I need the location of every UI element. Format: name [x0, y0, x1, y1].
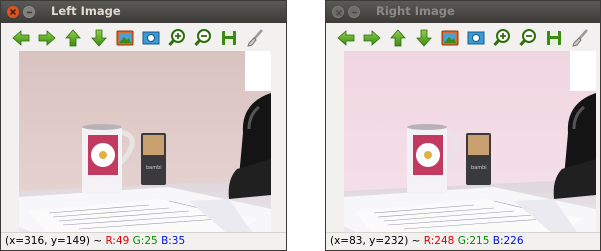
- window-title: Left Image: [51, 4, 121, 18]
- zoom-fit-button[interactable]: [463, 25, 489, 51]
- arrow-down-icon: [416, 29, 432, 47]
- close-icon: [9, 8, 17, 16]
- pan-right-button[interactable]: [359, 25, 385, 51]
- status-bar: (x=83, y=232) ~ R:248 G:215 B:226: [326, 232, 600, 250]
- picture-icon: [441, 30, 459, 46]
- pixel-red-value: R:49: [105, 235, 130, 247]
- properties-button[interactable]: [242, 25, 268, 51]
- pan-up-button[interactable]: [385, 25, 411, 51]
- toolbar: [1, 23, 286, 53]
- picture-icon: [116, 30, 134, 46]
- minimize-button[interactable]: [348, 6, 360, 18]
- arrow-up-icon: [390, 29, 406, 47]
- pan-down-button[interactable]: [86, 25, 112, 51]
- window-title: Right Image: [376, 4, 455, 18]
- pixel-coords: (x=83, y=232) ~: [330, 235, 424, 247]
- pixel-coords: (x=316, y=149) ~: [5, 235, 106, 247]
- properties-button[interactable]: [567, 25, 593, 51]
- minimize-icon: [27, 11, 32, 14]
- arrow-up-icon: [65, 29, 81, 47]
- zoom-in-button[interactable]: [164, 25, 190, 51]
- zoom-in-button[interactable]: [489, 25, 515, 51]
- pan-down-button[interactable]: [411, 25, 437, 51]
- pixel-blue-value: B:226: [492, 235, 524, 247]
- arrow-left-icon: [12, 30, 30, 46]
- save-icon: [222, 31, 236, 45]
- title-bar: Right Image: [326, 1, 600, 23]
- status-bar: (x=316, y=149) ~ R:49 G:25 B:35: [1, 232, 286, 250]
- zoom-original-button[interactable]: [437, 25, 463, 51]
- right-image-window: Right Image (x=83, y=232) ~ R:248 G:215 …: [325, 0, 601, 251]
- properties-brush-icon: [572, 29, 588, 47]
- title-bar: Left Image: [1, 1, 286, 23]
- pixel-red-value: R:248: [423, 235, 455, 247]
- zoom-fit-button[interactable]: [138, 25, 164, 51]
- properties-brush-icon: [247, 29, 263, 47]
- zoom-in-icon: [168, 29, 185, 46]
- arrow-down-icon: [91, 29, 107, 47]
- zoom-fit-icon: [142, 31, 160, 45]
- zoom-original-button[interactable]: [112, 25, 138, 51]
- zoom-out-button[interactable]: [190, 25, 216, 51]
- left-image-window: Left Image (x=316, y=149) ~ R:49 G:25 B:…: [0, 0, 287, 251]
- pixel-green-value: G:215: [457, 235, 490, 247]
- zoom-out-button[interactable]: [515, 25, 541, 51]
- image-canvas[interactable]: [344, 51, 596, 235]
- arrow-right-icon: [38, 30, 56, 46]
- arrow-right-icon: [363, 30, 381, 46]
- zoom-in-icon: [493, 29, 510, 46]
- pixel-green-value: G:25: [132, 235, 158, 247]
- toolbar: [326, 23, 600, 53]
- close-button[interactable]: [332, 6, 344, 18]
- pan-left-button[interactable]: [333, 25, 359, 51]
- pan-up-button[interactable]: [60, 25, 86, 51]
- zoom-out-icon: [519, 29, 536, 46]
- save-button[interactable]: [216, 25, 242, 51]
- arrow-left-icon: [337, 30, 355, 46]
- pixel-blue-value: B:35: [161, 235, 186, 247]
- pan-right-button[interactable]: [34, 25, 60, 51]
- zoom-fit-icon: [467, 31, 485, 45]
- close-button[interactable]: [7, 6, 19, 18]
- image-canvas[interactable]: [19, 51, 271, 235]
- minimize-icon: [352, 11, 357, 14]
- minimize-button[interactable]: [23, 6, 35, 18]
- save-button[interactable]: [541, 25, 567, 51]
- zoom-out-icon: [194, 29, 211, 46]
- pan-left-button[interactable]: [8, 25, 34, 51]
- close-icon: [336, 10, 342, 16]
- save-icon: [547, 31, 561, 45]
